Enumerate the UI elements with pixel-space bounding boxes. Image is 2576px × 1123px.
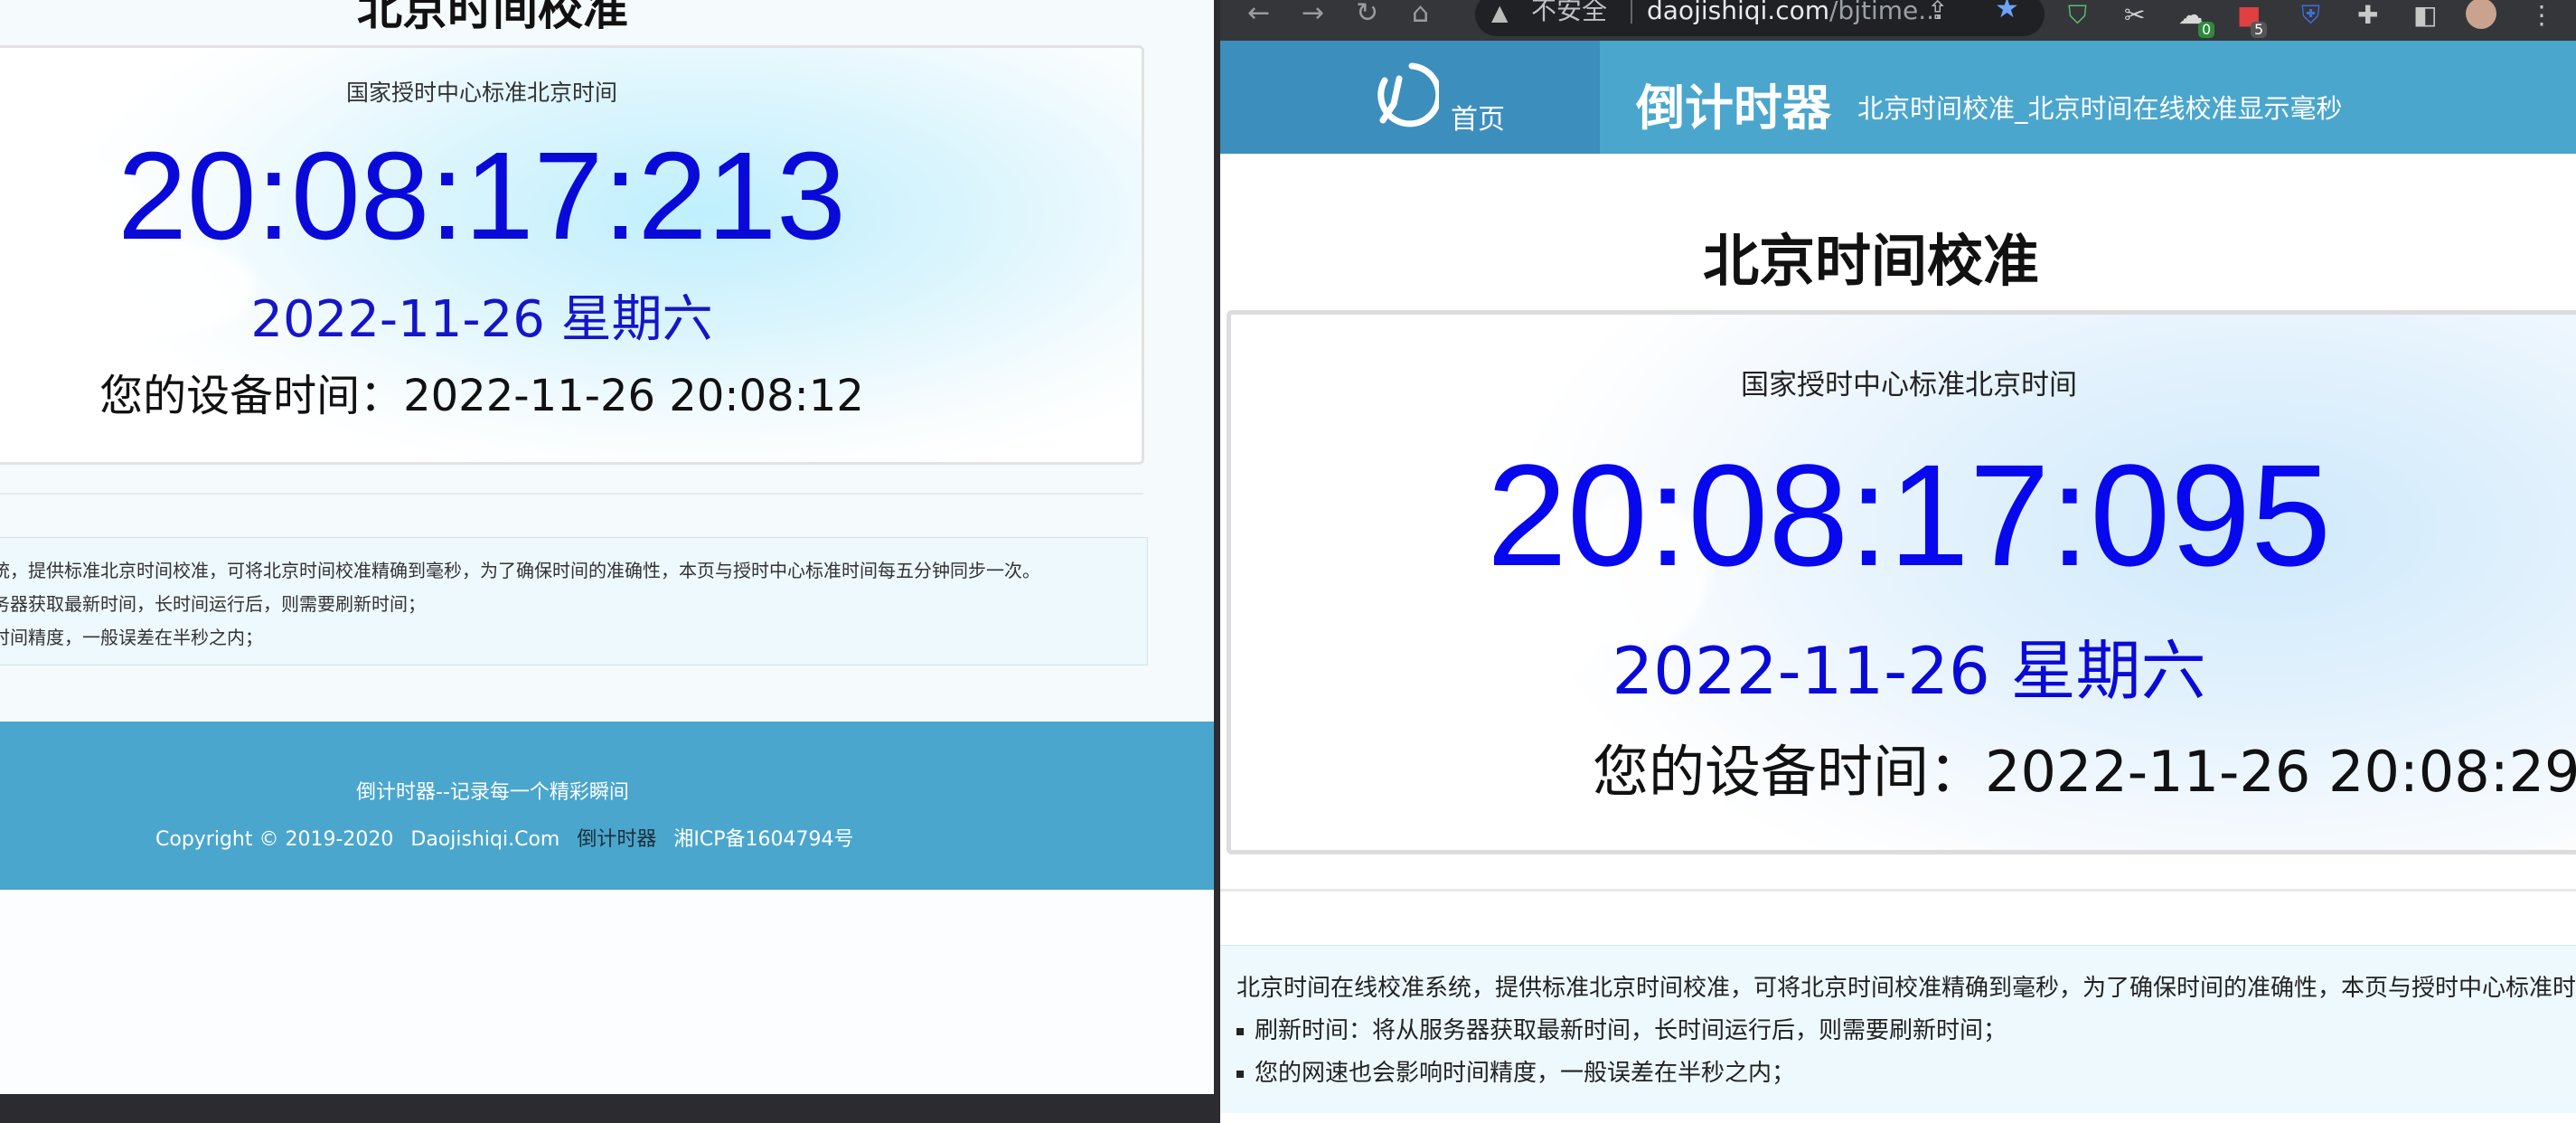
nav-home[interactable]: 首页 [1220, 41, 1600, 154]
back-icon[interactable]: ← [1247, 0, 1270, 27]
url-text[interactable]: daojishiqi.com/bjtime... [1647, 0, 1942, 29]
page-title: 北京时间校准 [357, 0, 628, 35]
info-intro: 北京时间在线校准系统，提供标准北京时间校准，可将北京时间校准精确到毫秒，为了确保… [1236, 975, 2576, 1002]
site-tagline: 北京时间校准_北京时间在线校准显示毫秒 [1857, 93, 2343, 124]
page-bottom-area [0, 890, 1214, 1094]
footer-copyright-line: Copyright © 2019-2020 Daojishiqi.Com 倒计时… [155, 823, 864, 852]
puzzle-icon[interactable]: ✚ [2357, 2, 2378, 29]
time-source-label: 国家授时中心标准北京时间 [1741, 369, 2077, 401]
shield-check-icon[interactable]: ⛉ [2068, 2, 2087, 29]
device-time-display: 您的设备时间：2022-11-26 20:08:29 [1593, 739, 2576, 805]
bitwarden-icon[interactable]: ⛨ [2301, 2, 2320, 29]
left-browser-window: 北京时间校准 国家授时中心标准北京时间 20:08:17:213 2022-11… [0, 0, 1214, 1094]
info-list-item: 您的网速也会影响时间精度，一般误差在半秒之内； [1236, 1054, 1795, 1088]
url-host: daojishiqi.com [1647, 0, 1829, 25]
time-card: 国家授时中心标准北京时间 20:08:17:213 2022-11-26 星期六… [0, 45, 1144, 465]
home-icon[interactable]: ⌂ [1412, 0, 1429, 27]
avatar[interactable] [2466, 0, 2496, 29]
time-card: 国家授时中心标准北京时间 20:08:17:095 2022-11-26 星期六… [1227, 310, 2576, 854]
warning-icon[interactable]: ▲ [1491, 0, 1508, 31]
extension-badge: 0 [2198, 22, 2215, 38]
date-display: 2022-11-26 星期六 [250, 290, 713, 349]
site-header: 首页 倒计时器 北京时间校准_北京时间在线校准显示毫秒 [1220, 41, 2576, 154]
info-panel: 北京时间在线校准系统，提供标准北京时间校准，可将北京时间校准精确到毫秒，为了确保… [1220, 945, 2576, 1113]
info-panel: 统，提供标准北京时间校准，可将北京时间校准精确到毫秒，为了确保时间的准确性，本页… [0, 537, 1148, 665]
url-path: /bjtime... [1829, 0, 1942, 25]
footer-icp-link[interactable]: 湘ICP备1604794号 [673, 828, 853, 851]
info-item-text: 刷新时间：将从服务器获取最新时间，长时间运行后，则需要刷新时间； [1255, 1017, 2007, 1044]
divider [0, 493, 1143, 495]
sidepanel-icon[interactable]: ◧ [2413, 2, 2437, 29]
forward-icon[interactable]: → [1302, 0, 1324, 27]
insecure-label[interactable]: 不安全 [1531, 0, 1607, 29]
star-icon[interactable]: ★ [1995, 0, 2019, 27]
info-line: 时间精度，一般误差在半秒之内； [0, 627, 263, 648]
time-source-label: 国家授时中心标准北京时间 [345, 80, 617, 106]
menu-icon[interactable]: ⋮ [2529, 2, 2554, 29]
browser-toolbar: ← → ↻ ⌂ ▲ 不安全 daojishiqi.com/bjtime... ⇪… [1220, 0, 2576, 41]
site-name[interactable]: 倒计时器 [1636, 68, 1831, 139]
extension-badge: 5 [2251, 22, 2268, 38]
date-display: 2022-11-26 星期六 [1612, 633, 2206, 709]
info-list-item: 刷新时间：将从服务器获取最新时间，长时间运行后，则需要刷新时间； [1236, 1012, 2007, 1045]
beijing-time-display: 20:08:17:213 [118, 127, 846, 266]
reload-icon[interactable]: ↻ [1356, 0, 1378, 27]
address-bar[interactable]: ▲ 不安全 daojishiqi.com/bjtime... ⇪ ★ [1475, 0, 2045, 36]
site-footer: 倒计时器--记录每一个精彩瞬间 Copyright © 2019-2020 Da… [0, 722, 1214, 890]
footer-brand-link[interactable]: 倒计时器 [577, 828, 656, 851]
info-line: 务器获取最新时间，长时间运行后，则需要刷新时间； [0, 593, 426, 615]
clock-logo-icon [1377, 62, 1439, 127]
footer-slogan: 倒计时器--记录每一个精彩瞬间 [356, 781, 629, 804]
footer-site-link[interactable]: Daojishiqi.Com [410, 828, 559, 851]
nav-home-label[interactable]: 首页 [1451, 97, 1505, 137]
right-browser-window: ← → ↻ ⌂ ▲ 不安全 daojishiqi.com/bjtime... ⇪… [1220, 0, 2576, 1123]
beijing-time-display: 20:08:17:095 [1486, 434, 2332, 596]
address-separator [1631, 0, 1632, 24]
device-time-display: 您的设备时间：2022-11-26 20:08:12 [99, 371, 864, 421]
bullet-icon [1236, 1027, 1244, 1035]
scissors-icon[interactable]: ✂ [2124, 2, 2145, 29]
copyright-text: Copyright © 2019-2020 [155, 828, 394, 851]
divider [1220, 889, 2576, 892]
info-line: 统，提供标准北京时间校准，可将北京时间校准精确到毫秒，为了确保时间的准确性，本页… [0, 560, 1040, 581]
bullet-icon [1236, 1070, 1244, 1078]
page-title: 北京时间校准 [1702, 228, 2039, 294]
info-item-text: 您的网速也会影响时间精度，一般误差在半秒之内； [1255, 1060, 1796, 1087]
share-icon[interactable]: ⇪ [1927, 0, 1948, 29]
